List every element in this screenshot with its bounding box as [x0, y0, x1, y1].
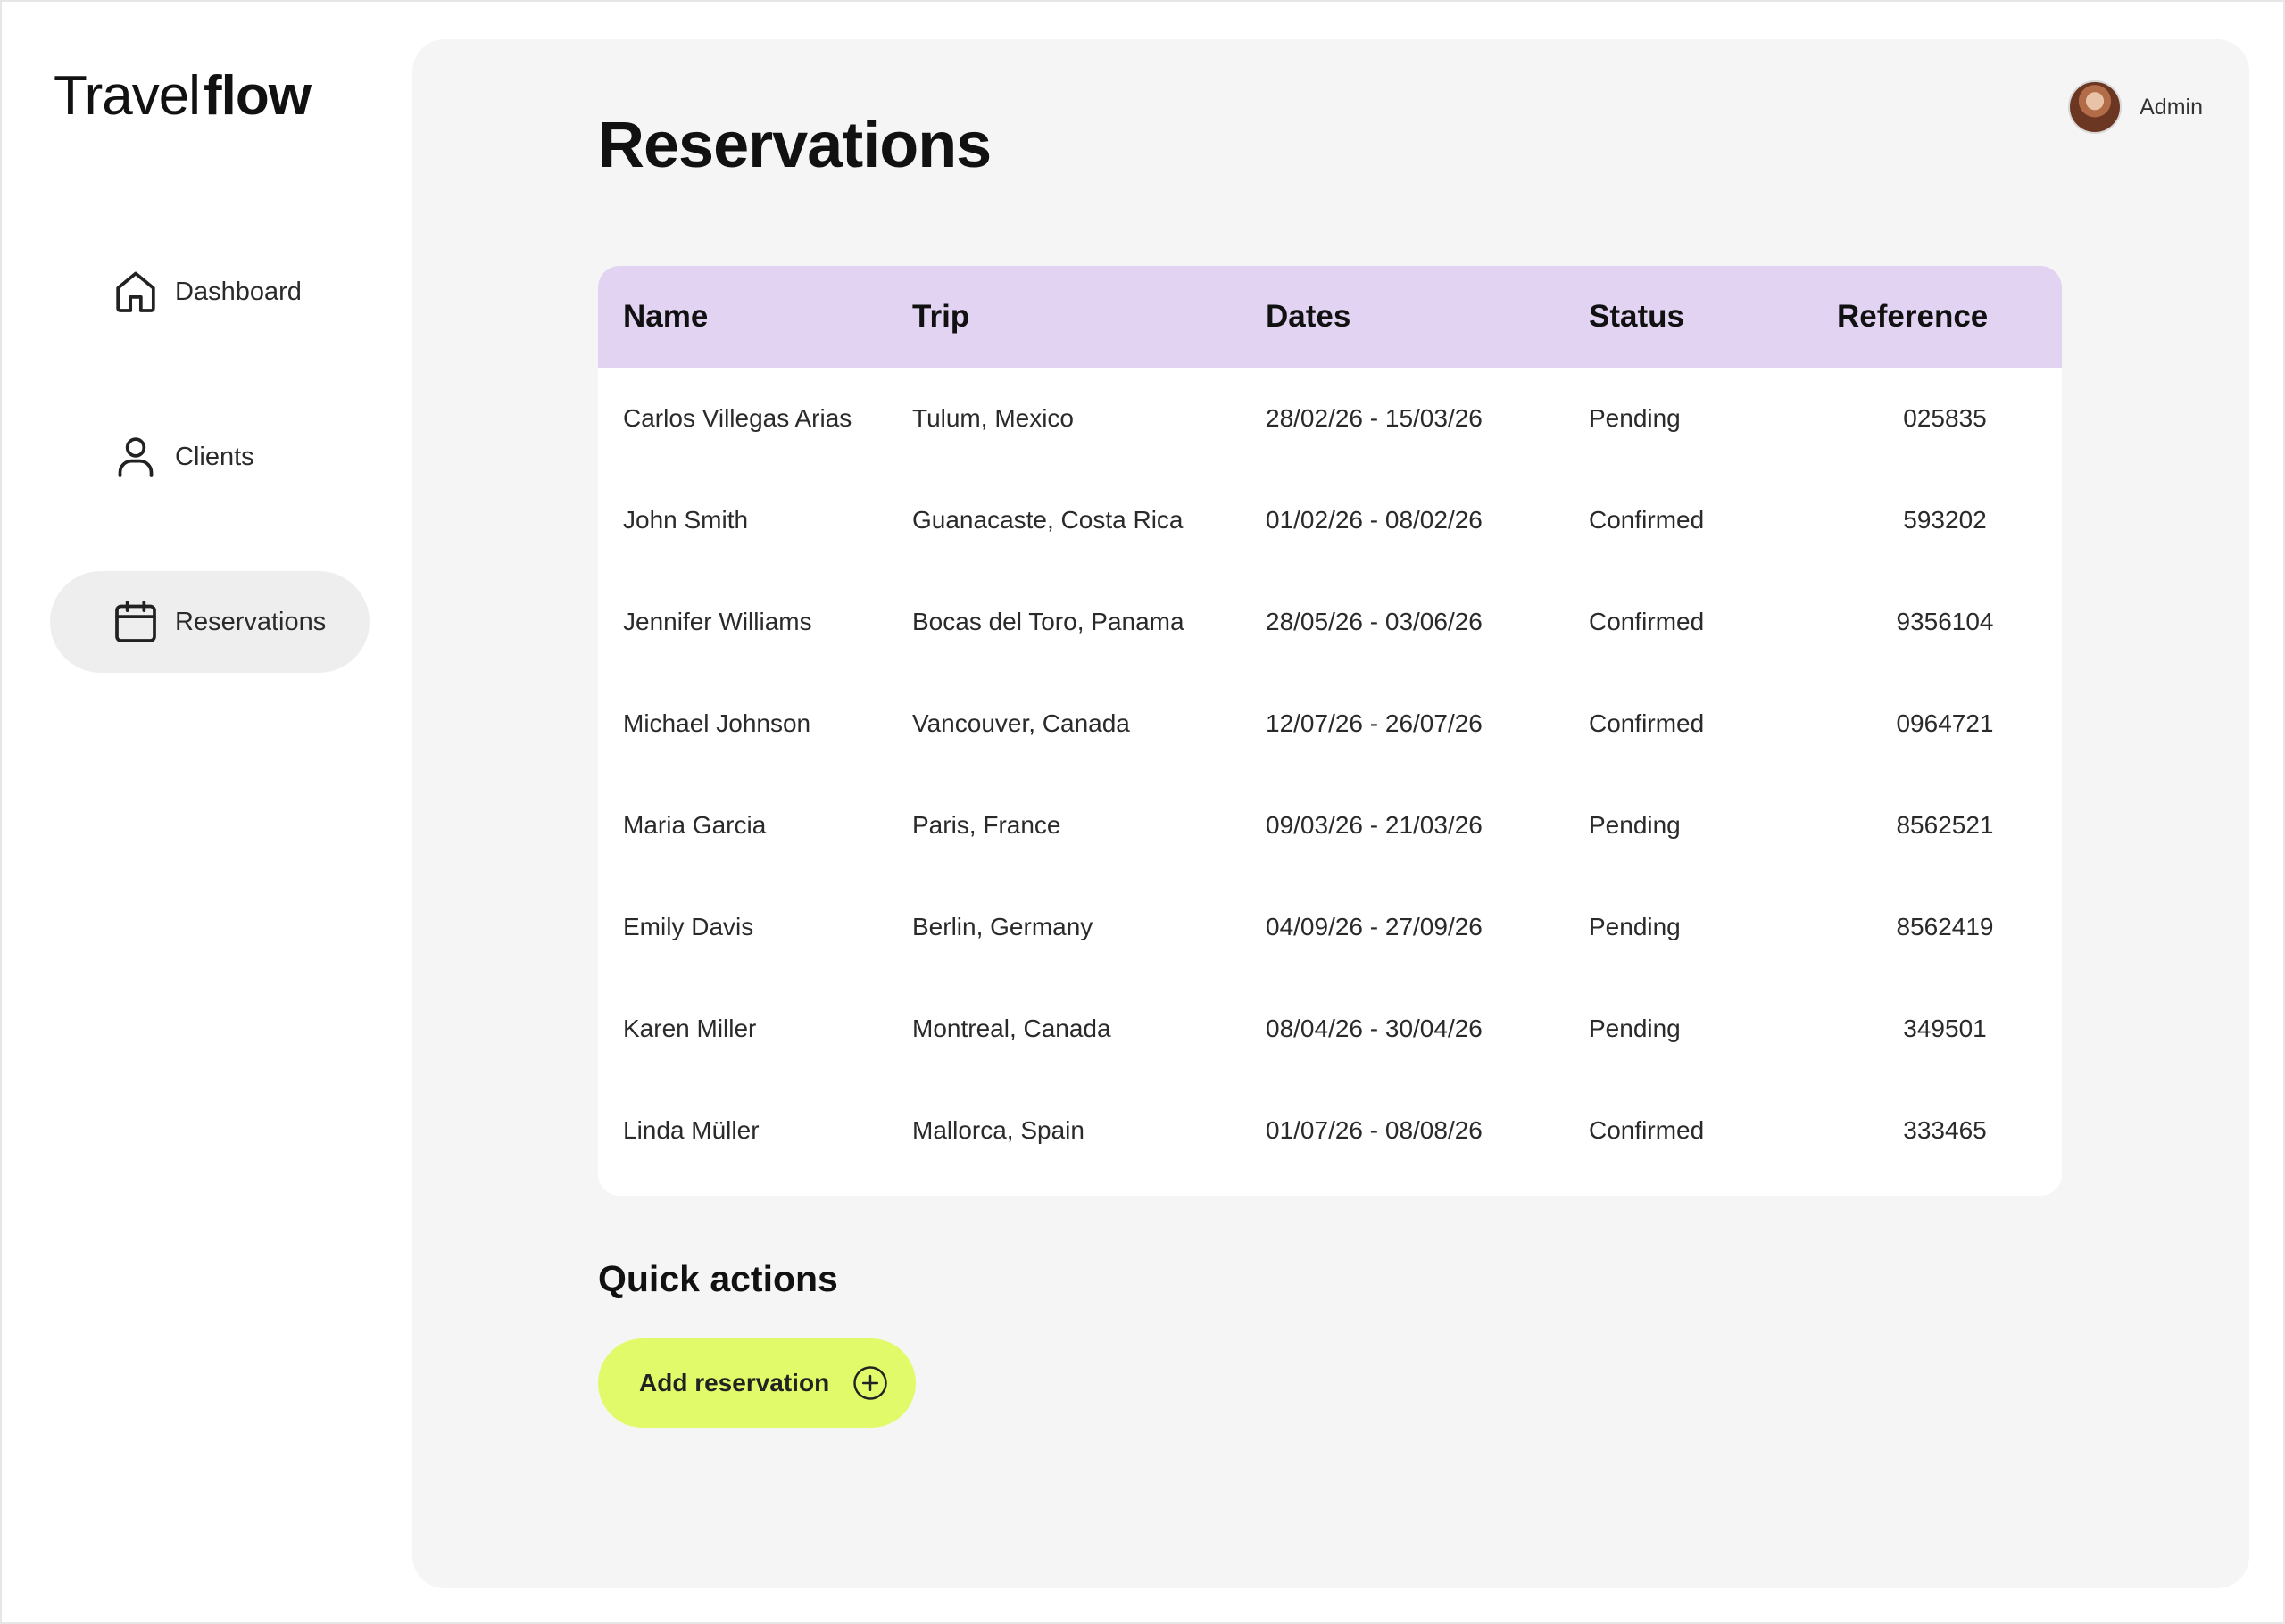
- cell-dates: 01/02/26 - 08/02/26: [1266, 506, 1483, 534]
- table-row[interactable]: Michael Johnson Vancouver, Canada 12/07/…: [598, 673, 2062, 775]
- cell-reference: 8562419: [1896, 913, 1994, 940]
- cell-dates: 28/02/26 - 15/03/26: [1266, 404, 1483, 432]
- user-icon: [118, 437, 154, 477]
- cell-trip: Mallorca, Spain: [912, 1116, 1084, 1144]
- sidebar-item-label: Clients: [175, 442, 254, 471]
- reservations-table: Name Trip Dates Status Reference Carlos …: [598, 266, 2062, 1196]
- cell-status: Pending: [1589, 1015, 1681, 1042]
- table-row[interactable]: Jennifer Williams Bocas del Toro, Panama…: [598, 571, 2062, 673]
- sidebar-item-clients[interactable]: Clients: [50, 406, 370, 508]
- cell-reference: 9356104: [1896, 608, 1994, 635]
- cell-reference: 349501: [1903, 1015, 1987, 1042]
- add-reservation-label: Add reservation: [639, 1369, 830, 1396]
- cell-trip: Berlin, Germany: [912, 913, 1093, 940]
- cell-reference: 0964721: [1896, 709, 1994, 737]
- avatar: [2068, 80, 2123, 134]
- sidebar-item-label: Reservations: [175, 607, 327, 636]
- column-header-dates[interactable]: Dates: [1241, 299, 1564, 335]
- table-row[interactable]: Linda Müller Mallorca, Spain 01/07/26 - …: [598, 1080, 2062, 1181]
- cell-status: Pending: [1589, 811, 1681, 839]
- cell-reference: 8562521: [1896, 811, 1994, 839]
- cell-trip: Guanacaste, Costa Rica: [912, 506, 1184, 534]
- cell-dates: 28/05/26 - 03/06/26: [1266, 608, 1483, 635]
- cell-name: Emily Davis: [623, 913, 754, 940]
- app-window: Travelflow Dashboard Clients Reservation…: [0, 0, 2285, 1624]
- cell-status: Pending: [1589, 913, 1681, 940]
- column-header-status[interactable]: Status: [1564, 299, 1828, 335]
- add-reservation-button[interactable]: Add reservation: [598, 1338, 916, 1428]
- user-menu[interactable]: Admin: [2068, 80, 2203, 134]
- user-name: Admin: [2140, 94, 2203, 120]
- calendar-icon: [115, 600, 156, 642]
- home-icon: [116, 271, 155, 312]
- cell-status: Pending: [1589, 404, 1681, 432]
- cell-trip: Tulum, Mexico: [912, 404, 1075, 432]
- cell-reference: 025835: [1903, 404, 1987, 432]
- cell-reference: 593202: [1903, 506, 1987, 534]
- page-title: Reservations: [598, 110, 992, 181]
- cell-status: Confirmed: [1589, 506, 1705, 534]
- table-header: Name Trip Dates Status Reference: [598, 266, 2062, 368]
- column-header-trip[interactable]: Trip: [887, 299, 1241, 335]
- column-header-reference[interactable]: Reference: [1828, 299, 2062, 335]
- plus-circle-icon: [853, 1366, 887, 1400]
- cell-name: Michael Johnson: [623, 709, 811, 737]
- sidebar-item-dashboard[interactable]: Dashboard: [50, 241, 370, 343]
- sidebar-item-label: Dashboard: [175, 277, 302, 306]
- cell-trip: Montreal, Canada: [912, 1015, 1111, 1042]
- brand-logo-bold: flow: [203, 65, 312, 127]
- brand-logo: Travelflow: [54, 64, 312, 128]
- cell-dates: 09/03/26 - 21/03/26: [1266, 811, 1483, 839]
- cell-trip: Bocas del Toro, Panama: [912, 608, 1184, 635]
- brand-logo-light: Travel: [54, 65, 201, 127]
- table-body: Carlos Villegas Arias Tulum, Mexico 28/0…: [598, 368, 2062, 1196]
- table-row[interactable]: Emily Davis Berlin, Germany 04/09/26 - 2…: [598, 876, 2062, 978]
- table-row[interactable]: Carlos Villegas Arias Tulum, Mexico 28/0…: [598, 368, 2062, 469]
- cell-trip: Paris, France: [912, 811, 1061, 839]
- cell-name: John Smith: [623, 506, 749, 534]
- cell-name: Jennifer Williams: [623, 608, 812, 635]
- cell-name: Maria Garcia: [623, 811, 767, 839]
- cell-name: Karen Miller: [623, 1015, 757, 1042]
- column-header-name[interactable]: Name: [598, 299, 887, 335]
- cell-name: Carlos Villegas Arias: [623, 404, 852, 432]
- table-row[interactable]: Karen Miller Montreal, Canada 08/04/26 -…: [598, 978, 2062, 1080]
- cell-status: Confirmed: [1589, 608, 1705, 635]
- cell-status: Confirmed: [1589, 1116, 1705, 1144]
- cell-dates: 04/09/26 - 27/09/26: [1266, 913, 1483, 940]
- cell-dates: 12/07/26 - 26/07/26: [1266, 709, 1483, 737]
- main-panel: Admin Reservations Name Trip Dates Statu…: [412, 39, 2249, 1588]
- cell-dates: 08/04/26 - 30/04/26: [1266, 1015, 1483, 1042]
- quick-actions-title: Quick actions: [598, 1258, 838, 1299]
- cell-status: Confirmed: [1589, 709, 1705, 737]
- cell-trip: Vancouver, Canada: [912, 709, 1130, 737]
- table-row[interactable]: Maria Garcia Paris, France 09/03/26 - 21…: [598, 775, 2062, 876]
- cell-name: Linda Müller: [623, 1116, 760, 1144]
- sidebar-item-reservations[interactable]: Reservations: [50, 571, 370, 673]
- table-row[interactable]: John Smith Guanacaste, Costa Rica 01/02/…: [598, 469, 2062, 571]
- cell-reference: 333465: [1903, 1116, 1987, 1144]
- cell-dates: 01/07/26 - 08/08/26: [1266, 1116, 1483, 1144]
